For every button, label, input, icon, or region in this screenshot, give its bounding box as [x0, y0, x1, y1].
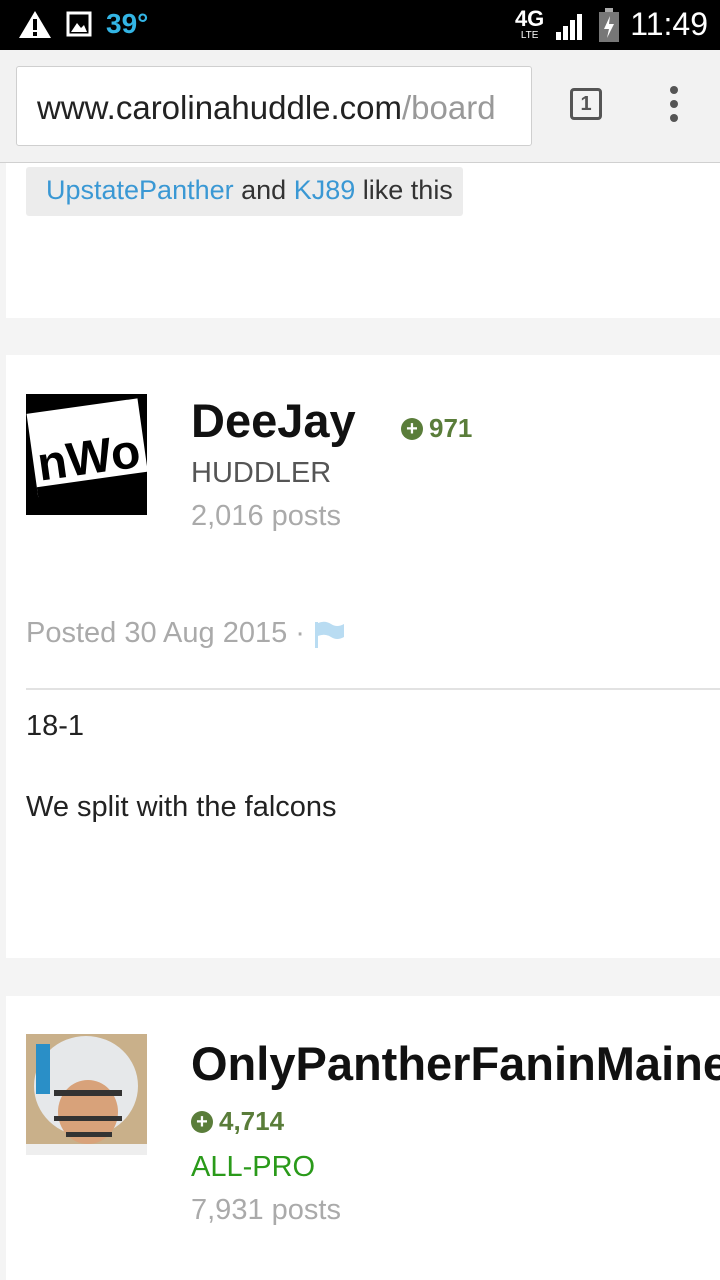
user-rank: ALL-PRO [191, 1151, 316, 1183]
plus-icon: + [191, 1110, 213, 1133]
post-username[interactable]: OnlyPantherFaninMaine [191, 1036, 720, 1091]
browser-toolbar: www.carolinahuddle.com/board 1 [0, 50, 720, 163]
reputation-badge: + 971 [401, 413, 472, 444]
post-count: 7,931 posts [191, 1194, 341, 1226]
plus-icon: + [401, 417, 423, 440]
like-user-link[interactable]: KJ89 [294, 175, 356, 205]
post-username[interactable]: DeeJay [191, 393, 356, 448]
url-domain: www.carolinahuddle.com [37, 89, 403, 126]
warning-icon [19, 11, 51, 38]
signal-icon [556, 13, 583, 40]
temperature: 39° [106, 8, 149, 39]
reputation-badge: + 4,714 [191, 1106, 284, 1137]
status-bar: 39° 4G LTE 11:49 [0, 0, 720, 50]
avatar[interactable] [26, 1034, 147, 1155]
post-card: nWo DeeJay + 971 HUDDLER 2,016 posts Pos… [6, 355, 720, 958]
post-body-line: 18-1 [26, 710, 85, 742]
post-date: Posted 30 Aug 2015 · [26, 617, 345, 650]
post-body-line: We split with the falcons [26, 791, 337, 823]
clock: 11:49 [630, 6, 708, 42]
overflow-menu-icon[interactable] [660, 86, 688, 126]
network-indicator: 4G LTE [514, 6, 545, 42]
previous-post-card: UpstatePanther and KJ89 like this [6, 163, 720, 318]
battery-icon [599, 7, 620, 42]
image-icon [66, 11, 92, 37]
likes-bar: UpstatePanther and KJ89 like this [26, 167, 463, 216]
post-card: OnlyPantherFaninMaine + 4,714 ALL-PRO 7,… [6, 996, 720, 1280]
divider [26, 688, 720, 690]
flag-icon[interactable] [313, 620, 345, 648]
like-user-link[interactable]: UpstatePanther [46, 175, 234, 205]
user-rank: HUDDLER [191, 457, 332, 489]
url-field[interactable]: www.carolinahuddle.com/board [16, 66, 532, 146]
url-path: /board [402, 89, 496, 126]
post-count: 2,016 posts [191, 500, 341, 532]
tabs-icon[interactable]: 1 [570, 88, 602, 120]
avatar[interactable]: nWo [26, 394, 147, 515]
